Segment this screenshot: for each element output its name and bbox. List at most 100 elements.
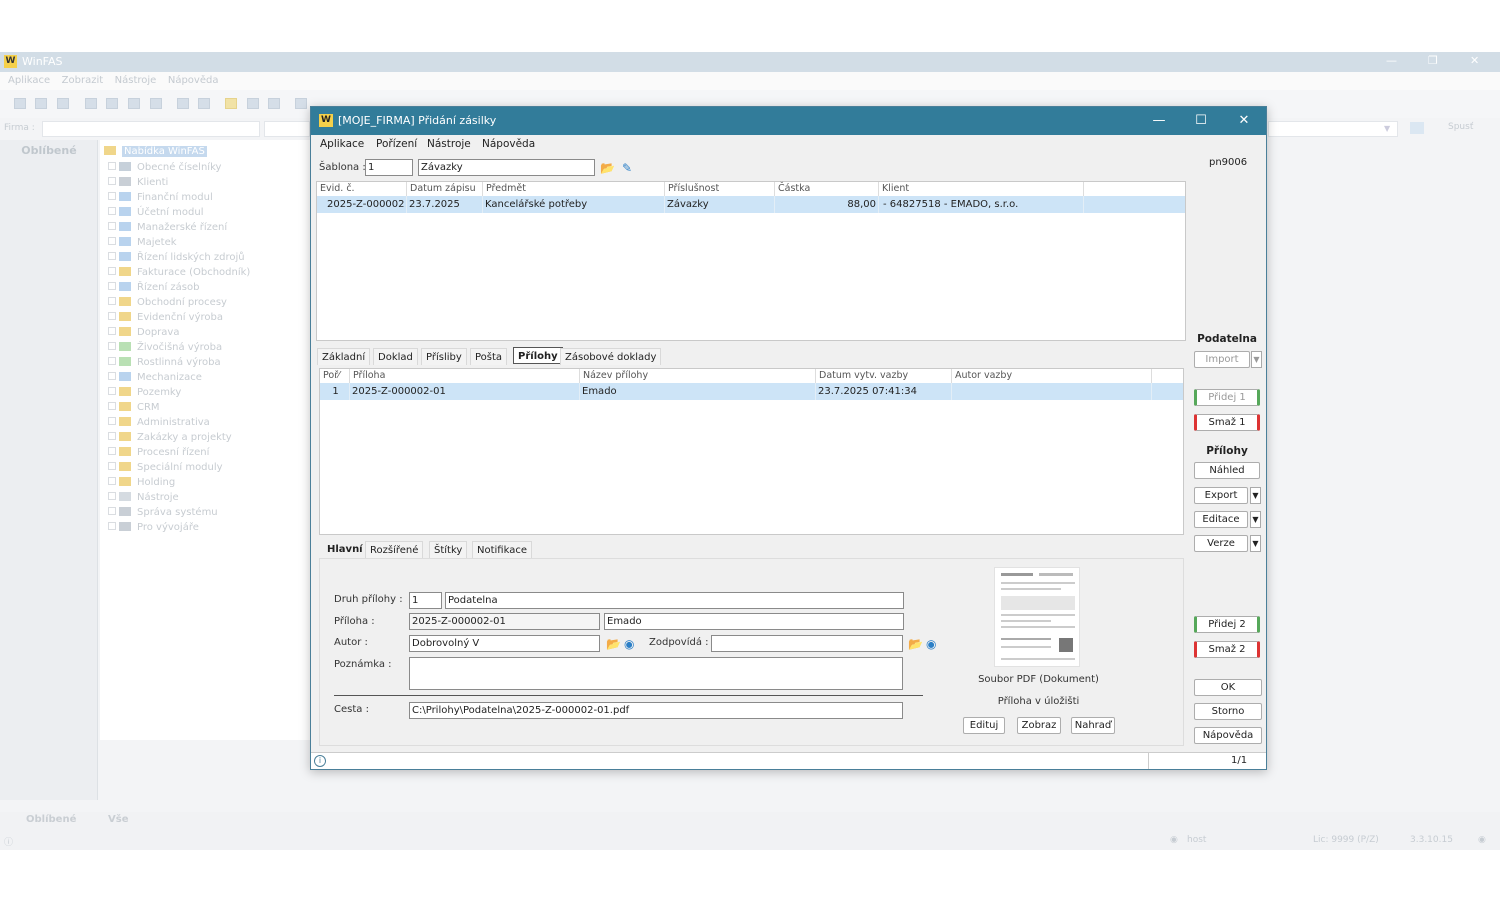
toolbar-icon[interactable] <box>225 98 237 109</box>
smaz1-button[interactable]: Smaž 1 <box>1194 414 1260 431</box>
expand-icon[interactable] <box>108 417 116 425</box>
tab-stitky[interactable]: Štítky <box>429 541 468 558</box>
table-row[interactable]: 1 2025-Z-000002-01 Emado 23.7.2025 07:41… <box>320 383 1183 400</box>
pdf-preview-thumbnail[interactable] <box>994 567 1080 667</box>
tab-prilohy[interactable]: Přílohy <box>513 347 563 364</box>
tree-item[interactable]: Procesní řízení <box>108 447 209 461</box>
zobraz-button[interactable]: Zobraz <box>1017 717 1061 734</box>
folder-open-icon[interactable]: 📂 <box>606 637 621 651</box>
expand-icon[interactable] <box>108 267 116 275</box>
tab-posta[interactable]: Pošta <box>470 348 508 365</box>
nahled-button[interactable]: Náhled <box>1194 462 1260 479</box>
tab-notifikace[interactable]: Notifikace <box>472 541 532 558</box>
chevron-down-icon[interactable]: ▼ <box>1251 351 1262 368</box>
prilohy-grid[interactable]: Poř⁄ Příloha Název přílohy Datum vytv. v… <box>319 368 1184 535</box>
expand-icon[interactable] <box>108 297 116 305</box>
priloha-input[interactable]: 2025-Z-000002-01 <box>409 613 600 630</box>
column-header[interactable]: Klient <box>879 182 1084 196</box>
tab-vse[interactable]: Vše <box>108 814 128 825</box>
tree-item[interactable]: Účetní modul <box>108 207 204 221</box>
toolbar-icon[interactable] <box>57 98 69 109</box>
pridej2-button[interactable]: Přidej 2 <box>1194 616 1260 633</box>
spust-button[interactable]: Spusť <box>1448 122 1473 132</box>
folder-open-icon[interactable]: 📂 <box>908 637 923 651</box>
expand-icon[interactable] <box>108 357 116 365</box>
expand-icon[interactable] <box>108 327 116 335</box>
toolbar-icon[interactable] <box>247 98 259 109</box>
storno-button[interactable]: Storno <box>1194 703 1262 720</box>
tab-zakladni[interactable]: Základní <box>317 348 371 365</box>
expand-icon[interactable] <box>108 192 116 200</box>
toolbar-icon[interactable] <box>14 98 26 109</box>
tree-item[interactable]: CRM <box>108 402 160 416</box>
tree-item[interactable]: Majetek <box>108 237 177 251</box>
folder-icon[interactable] <box>1410 122 1424 134</box>
chevron-down-icon[interactable]: ▼ <box>1250 487 1261 504</box>
tree-item[interactable]: Rostlinná výroba <box>108 357 221 371</box>
pridej1-button[interactable]: Přidej 1 <box>1194 389 1260 406</box>
restore-icon[interactable]: ❐ <box>1428 54 1438 67</box>
expand-icon[interactable] <box>108 402 116 410</box>
tree-item[interactable]: Manažerské řízení <box>108 222 227 236</box>
expand-icon[interactable] <box>108 522 116 530</box>
chevron-down-icon[interactable]: ▼ <box>1250 535 1261 552</box>
expand-icon[interactable] <box>108 462 116 470</box>
tab-zasobove-doklady[interactable]: Zásobové doklady <box>560 348 662 365</box>
tree-item[interactable]: Mechanizace <box>108 372 202 386</box>
import-button[interactable]: Import <box>1194 351 1250 368</box>
expand-icon[interactable] <box>108 162 116 170</box>
sablona-name-input[interactable]: Závazky <box>418 159 595 176</box>
tree-item[interactable]: Doprava <box>108 327 179 341</box>
column-header[interactable]: Datum vytv. vazby <box>816 369 952 383</box>
tab-rozsirene[interactable]: Rozšířené <box>365 541 424 558</box>
tab-prisliby[interactable]: Přísliby <box>421 348 467 365</box>
minimize-icon[interactable]: — <box>1144 111 1174 131</box>
column-header[interactable]: Autor vazby <box>952 369 1152 383</box>
tree-item[interactable]: Řízení lidských zdrojů <box>108 252 245 266</box>
tree-item[interactable]: Nástroje <box>108 492 179 506</box>
toolbar-icon[interactable] <box>35 98 47 109</box>
toolbar-icon[interactable] <box>106 98 118 109</box>
edit-pencil-icon[interactable]: ✎ <box>622 161 632 175</box>
column-header[interactable]: Poř⁄ <box>320 369 350 383</box>
info-icon[interactable]: i <box>314 755 326 767</box>
column-header[interactable]: Evid. č. <box>317 182 407 196</box>
bg-menu-zobrazit[interactable]: Zobrazit <box>62 75 104 86</box>
expand-icon[interactable] <box>108 312 116 320</box>
expand-icon[interactable] <box>108 342 116 350</box>
tree-item[interactable]: Speciální moduly <box>108 462 223 476</box>
ok-button[interactable]: OK <box>1194 679 1262 696</box>
expand-icon[interactable] <box>108 282 116 290</box>
bg-menu-nastroje[interactable]: Nástroje <box>115 75 157 86</box>
editace-button[interactable]: Editace <box>1194 511 1248 528</box>
chevron-down-icon[interactable]: ▼ <box>1384 124 1390 133</box>
folder-open-icon[interactable]: 📂 <box>600 161 615 175</box>
expand-icon[interactable] <box>108 177 116 185</box>
user-lookup-icon[interactable]: ◉ <box>926 637 936 651</box>
expand-icon[interactable] <box>108 372 116 380</box>
toolbar-icon[interactable] <box>177 98 189 109</box>
menu-napoveda[interactable]: Nápověda <box>482 138 535 150</box>
close-icon[interactable]: ✕ <box>1470 54 1479 67</box>
launch-input[interactable] <box>1268 121 1398 137</box>
close-icon[interactable]: ✕ <box>1229 111 1259 131</box>
expand-icon[interactable] <box>108 507 116 515</box>
export-button[interactable]: Export <box>1194 487 1248 504</box>
tree-item[interactable]: Fakturace (Obchodník) <box>108 267 250 281</box>
tree-item[interactable]: Holding <box>108 477 175 491</box>
toolbar-icon[interactable] <box>128 98 140 109</box>
expand-icon[interactable] <box>108 222 116 230</box>
poznamka-textarea[interactable] <box>409 657 903 690</box>
priloha-name-input[interactable]: Emado <box>604 613 904 630</box>
expand-icon[interactable] <box>108 477 116 485</box>
verze-button[interactable]: Verze <box>1194 535 1248 552</box>
user-lookup-icon[interactable]: ◉ <box>624 637 634 651</box>
tree-item[interactable]: Administrativa <box>108 417 210 431</box>
column-header[interactable]: Příloha <box>350 369 580 383</box>
column-header[interactable]: Částka <box>775 182 879 196</box>
tab-doklad[interactable]: Doklad <box>373 348 418 365</box>
tab-oblibene[interactable]: Oblíbené <box>26 814 76 825</box>
expand-icon[interactable] <box>108 432 116 440</box>
expand-icon[interactable] <box>108 207 116 215</box>
zodpovida-input[interactable] <box>711 635 903 652</box>
